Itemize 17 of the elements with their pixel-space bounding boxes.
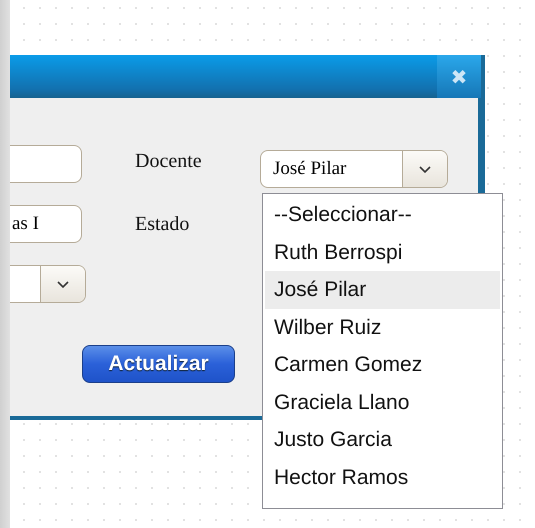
dropdown-option[interactable]: Carmen Gomez (265, 346, 500, 384)
update-button[interactable]: Actualizar (82, 345, 235, 383)
chevron-icon (40, 266, 85, 302)
dropdown-option[interactable]: Graciela Llano (265, 384, 500, 421)
select-field[interactable] (10, 265, 86, 303)
teacher-select[interactable]: José Pilar (260, 150, 448, 188)
text-field[interactable]: as I (10, 205, 82, 243)
dropdown-option[interactable]: Justo Garcia (265, 421, 500, 458)
field-label: Estado (135, 213, 190, 236)
field-label: Docente (135, 150, 203, 173)
text-field[interactable] (10, 145, 82, 183)
dropdown-option[interactable]: Wilber Ruiz (265, 308, 500, 346)
dropdown-option[interactable]: Ruth Berrospi (265, 234, 500, 271)
chevron-icon (402, 151, 447, 187)
dropdown-option[interactable]: --Seleccionar-- (265, 196, 500, 234)
dropdown-option[interactable]: José Pilar (265, 271, 500, 308)
dropdown-option[interactable]: Hector Ramos (265, 458, 500, 496)
